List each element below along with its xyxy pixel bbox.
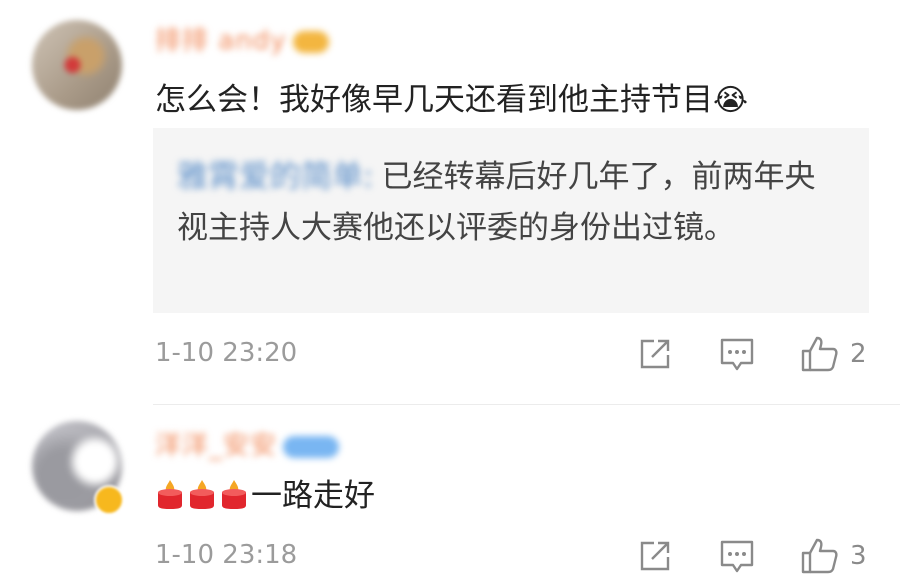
like-count: 3 — [850, 541, 867, 571]
comment-text-body: 一路走好 — [251, 478, 375, 514]
reply-box[interactable]: 雅霄爱的简单: 已经转幕后好几年了，前两年央视主持人大赛他还以评委的身份出过镜。 — [153, 128, 869, 313]
comment-item: 排排 andy 怎么会！我好像早几天还看到他主持节目😭 雅霄爱的简单: 已经转幕后… — [0, 0, 900, 405]
comment-text-body: 怎么会！我好像早几天还看到他主持节目 — [155, 82, 713, 118]
reply-username[interactable]: 雅霄爱的简单: — [177, 152, 373, 203]
comment-username[interactable]: 洋洋_安安 — [155, 425, 340, 462]
comment-button[interactable] — [719, 538, 755, 576]
comment-username[interactable]: 排排 andy — [155, 20, 329, 57]
comment-item: 洋洋_安安 — [0, 405, 900, 588]
candle-emoji-icon — [219, 478, 249, 510]
like-icon — [801, 538, 838, 574]
comment-icon — [720, 338, 754, 371]
candle-emoji-icon — [155, 478, 185, 510]
like-icon — [801, 336, 838, 372]
share-button[interactable] — [637, 538, 673, 574]
username-text[interactable]: 排排 andy — [155, 26, 287, 56]
avatar[interactable] — [32, 20, 122, 110]
comment-text: 一路走好 — [155, 470, 375, 515]
comment-icon — [720, 540, 754, 573]
comment-timestamp: 1-10 23:18 — [155, 540, 298, 570]
share-button[interactable] — [637, 336, 673, 372]
verified-badge-icon — [94, 485, 124, 515]
user-badge-icon — [292, 30, 329, 53]
like-button[interactable]: 3 — [800, 536, 867, 576]
comment-timestamp: 1-10 23:20 — [155, 338, 298, 368]
like-button[interactable]: 2 — [800, 334, 867, 374]
crying-emoji-icon: 😭 — [713, 83, 749, 118]
share-icon — [640, 339, 670, 369]
share-icon — [640, 541, 670, 571]
reply-body: 雅霄爱的简单: 已经转幕后好几年了，前两年央视主持人大赛他还以评委的身份出过镜。 — [177, 152, 837, 254]
comment-text: 怎么会！我好像早几天还看到他主持节目😭 — [155, 74, 748, 119]
comment-button[interactable] — [719, 336, 755, 374]
username-text[interactable]: 洋洋_安安 — [155, 431, 277, 461]
like-count: 2 — [850, 339, 867, 369]
candle-emoji-icon — [187, 478, 217, 510]
user-badge-icon — [283, 435, 340, 458]
